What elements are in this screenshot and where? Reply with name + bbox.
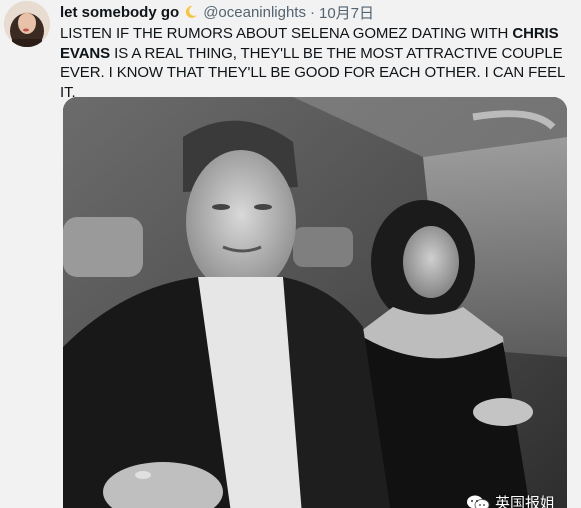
tweet-text-part1: LISTEN IF THE RUMORS ABOUT SELENA GOMEZ … — [60, 25, 513, 42]
user-handle[interactable]: @oceaninlights — [203, 4, 306, 21]
tweet-text-part2: IS A REAL THING, THEY'LL BE THE MOST ATT… — [60, 44, 565, 101]
separator-dot: · — [309, 3, 315, 21]
watermark-text: 英国报姐 — [494, 494, 555, 508]
tweet-date[interactable]: 10月7日 — [319, 2, 374, 23]
tweet-header: let somebody go @oceaninlights · 10月7日 — [60, 1, 573, 23]
tweet-card[interactable]: let somebody go @oceaninlights · 10月7日 L… — [0, 0, 581, 508]
watermark: 英国报姐 — [466, 492, 555, 508]
crescent-moon-icon — [184, 5, 198, 19]
avatar[interactable] — [4, 1, 50, 47]
tweet-photo[interactable]: 英国报姐 — [63, 97, 567, 508]
tweet-content: let somebody go @oceaninlights · 10月7日 L… — [60, 0, 573, 102]
photo-image — [63, 97, 567, 508]
display-name[interactable]: let somebody go — [60, 4, 179, 21]
tweet-text: LISTEN IF THE RUMORS ABOUT SELENA GOMEZ … — [60, 24, 575, 102]
wechat-logo-icon — [466, 495, 490, 508]
